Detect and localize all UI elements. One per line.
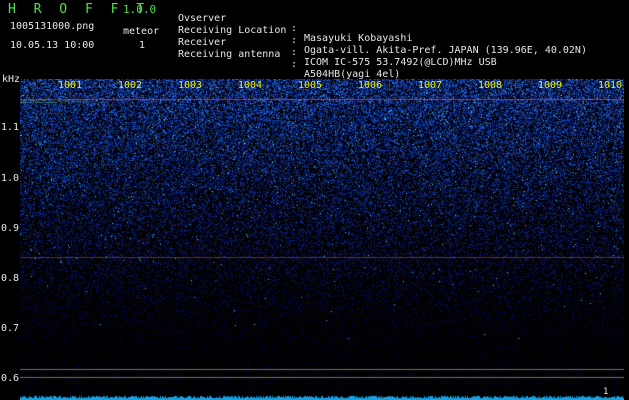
meteor-count: 1	[139, 40, 146, 51]
y-tick-label: 1.1	[1, 122, 20, 133]
info-colon: :	[291, 35, 298, 46]
info-value: ICOM IC-575 53.7492(@LCD)MHz USB	[304, 57, 497, 68]
x-tick-label: 1009	[538, 80, 563, 91]
x-tick-label: 1005	[298, 80, 323, 91]
app-version: 1.0.0	[123, 3, 157, 16]
info-colon: :	[291, 59, 298, 70]
info-colon: :	[291, 23, 298, 34]
info-colon: :	[291, 47, 298, 58]
y-axis-unit: kHz	[2, 74, 21, 85]
x-tick-label: 1008	[478, 80, 503, 91]
meteor-marker: 1	[603, 387, 609, 397]
info-row-observer: Ovserver : Masayuki Kobayashi	[178, 4, 412, 44]
y-tick-label: 0.6	[1, 373, 20, 384]
info-row-location: Receiving Location : Ogata-vill. Akita-P…	[178, 16, 587, 56]
x-tick-label: 1001	[58, 80, 83, 91]
spectrogram-canvas	[20, 79, 624, 400]
x-tick-label: 1006	[358, 80, 383, 91]
timestamp: 10.05.13 10:00	[10, 40, 95, 51]
info-row-receiver: Receiver : ICOM IC-575 53.7492(@LCD)MHz …	[178, 28, 497, 68]
info-value: Masayuki Kobayashi	[304, 33, 413, 44]
info-label: Receiving antenna	[178, 49, 281, 60]
x-tick-label: 1007	[418, 80, 443, 91]
x-tick-label: 1004	[238, 80, 263, 91]
y-tick-label: 0.9	[1, 223, 20, 234]
info-value: Ogata-vill. Akita-Pref. JAPAN (139.96E, …	[304, 45, 587, 56]
x-tick-label: 1003	[178, 80, 203, 91]
file-name: 1005131000.png	[10, 21, 95, 32]
y-tick-label: 0.7	[1, 323, 20, 334]
meteor-label: meteor	[123, 26, 160, 37]
y-tick-label: 0.8	[1, 273, 20, 284]
x-tick-label: 1002	[118, 80, 143, 91]
info-row-antenna: Receiving antenna : A504HB(yagi 4el)	[178, 40, 400, 80]
x-tick-label: 1010	[598, 80, 623, 91]
y-tick-label: 1.0	[1, 173, 20, 184]
